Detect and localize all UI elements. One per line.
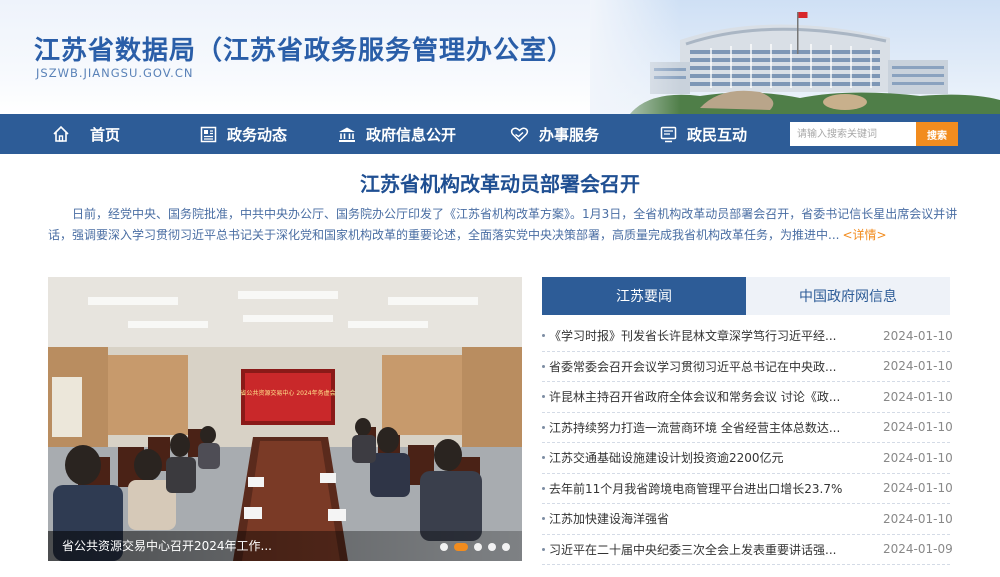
screen-text: 省公共资源交易中心 2024年务虚会 [240,389,335,397]
bullet-dot [542,456,545,460]
government-building-icon [339,127,355,142]
nav-label-services: 办事服务 [539,125,600,144]
news-date: 2024-01-10 [883,511,953,526]
heart-hand-icon [510,127,529,142]
news-item[interactable]: 《学习时报》刊发省长许昆林文章深学笃行习近平经... 2024-01-10 [542,321,953,352]
news-tabs: 江苏要闻 中国政府网信息 [542,277,950,315]
nav-label-home: 首页 [90,125,121,144]
photo-caption[interactable]: 省公共资源交易中心召开2024年工作... [62,537,272,554]
bullet-dot [542,395,545,399]
tab-jiangsu-news[interactable]: 江苏要闻 [542,277,746,315]
news-date: 2024-01-10 [883,328,953,343]
meeting-photo: 省公共资源交易中心 2024年务虚会 [48,277,522,561]
news-item[interactable]: 许昆林主持召开省政府全体会议和常务会议 讨论《政... 2024-01-10 [542,382,953,413]
news-item[interactable]: 江苏加快建设海洋强省 2024-01-10 [542,504,953,535]
news-title[interactable]: 许昆林主持召开省政府全体会议和常务会议 讨论《政... [549,388,867,405]
news-item[interactable]: 江苏交通基础设施建设计划投资逾2200亿元 2024-01-10 [542,443,953,474]
bullet-dot [542,364,545,368]
carousel-dot[interactable] [440,543,448,551]
bullet-dot [542,425,545,429]
nav-item-gov-info[interactable]: 政府信息公开 [338,114,456,154]
carousel-dot[interactable] [502,543,510,551]
bullet-dot [542,486,545,490]
news-title[interactable]: 江苏交通基础设施建设计划投资逾2200亿元 [549,449,867,466]
carousel-dots [440,543,510,551]
tab-gov-cn-info[interactable]: 中国政府网信息 [746,277,950,315]
home-icon [53,125,69,142]
news-item[interactable]: 去年前11个月我省跨境电商管理平台进出口增长23.7% 2024-01-10 [542,474,953,504]
search-button[interactable]: 搜索 [916,122,958,146]
nav-item-home[interactable]: 首页 [52,114,120,154]
news-title[interactable]: 《学习时报》刊发省长许昆林文章深学笃行习近平经... [549,327,867,344]
nav-label-interaction: 政民互动 [687,125,748,144]
carousel-dot-active[interactable] [454,543,468,551]
nav-item-services[interactable]: 办事服务 [510,114,599,154]
news-item[interactable]: 习近平在二十届中央纪委三次全会上发表重要讲话强... 2024-01-09 [542,535,953,565]
carousel-dot[interactable] [474,543,482,551]
building-banner-image [590,0,1000,114]
news-title[interactable]: 习近平在二十届中央纪委三次全会上发表重要讲话强... [549,541,867,558]
details-link[interactable]: <详情> [842,228,886,242]
news-date: 2024-01-10 [883,359,953,374]
carousel-dot[interactable] [488,543,496,551]
news-title[interactable]: 江苏持续努力打造一流营商环境 全省经营主体总数达... [549,419,867,436]
news-title[interactable]: 去年前11个月我省跨境电商管理平台进出口增长23.7% [549,480,867,497]
news-date: 2024-01-10 [883,420,953,435]
news-title[interactable]: 省委常委会召开会议学习贯彻习近平总书记在中央政... [549,358,867,375]
news-item[interactable]: 省委常委会召开会议学习贯彻习近平总书记在中央政... 2024-01-10 [542,352,953,382]
news-item[interactable]: 江苏持续努力打造一流营商环境 全省经营主体总数达... 2024-01-10 [542,413,953,443]
headline-title[interactable]: 江苏省机构改革动员部署会召开 [0,168,1000,197]
news-date: 2024-01-10 [883,481,953,496]
nav-item-interaction[interactable]: 政民互动 [660,114,747,154]
news-icon [200,126,217,142]
news-date: 2024-01-09 [883,542,953,557]
bullet-dot [542,547,545,551]
photo-carousel[interactable]: 省公共资源交易中心 2024年务虚会 省公共资源交易中心召开2024年工作... [48,277,522,561]
news-date: 2024-01-10 [883,450,953,465]
nav-label-gov-info: 政府信息公开 [366,125,457,144]
nav-label-news: 政务动态 [227,125,288,144]
bullet-dot [542,517,545,521]
bullet-dot [542,334,545,338]
site-domain: JSZWB.JIANGSU.GOV.CN [36,66,194,80]
nav-item-news[interactable]: 政务动态 [200,114,287,154]
headline-summary: 日前，经党中央、国务院批准，中共中央办公厅、国务院办公厅印发了《江苏省机构改革方… [48,204,968,246]
summary-text: 日前，经党中央、国务院批准，中共中央办公厅、国务院办公厅印发了《江苏省机构改革方… [48,207,958,242]
chat-screen-icon [660,126,677,142]
site-header: 江苏省数据局（江苏省政务服务管理办公室） JSZWB.JIANGSU.GOV.C… [0,0,1000,114]
news-date: 2024-01-10 [883,389,953,404]
news-title[interactable]: 江苏加快建设海洋强省 [549,510,867,527]
search-input[interactable] [790,122,916,146]
site-title[interactable]: 江苏省数据局（江苏省政务服务管理办公室） [34,30,574,67]
news-list: 《学习时报》刊发省长许昆林文章深学笃行习近平经... 2024-01-10 省委常委… [542,321,953,565]
